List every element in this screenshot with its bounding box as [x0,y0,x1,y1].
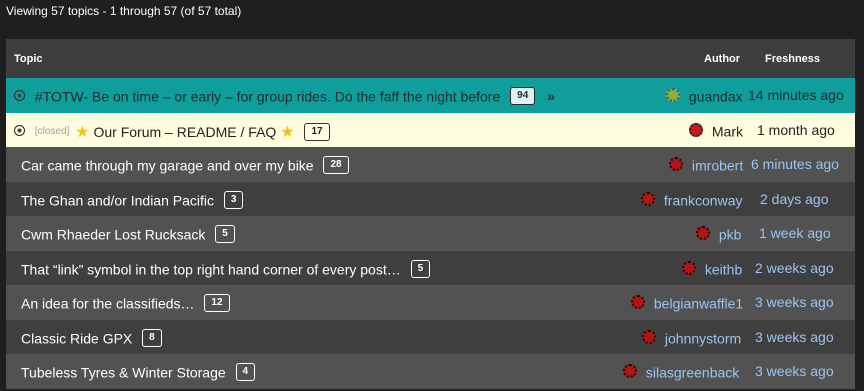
freshness-link[interactable]: 1 week ago [759,225,831,241]
last-page-arrows-icon[interactable]: » [547,88,555,104]
topic-title-link[interactable]: #TOTW- Be on time – or early – for group… [35,88,500,104]
reply-count-badge: 17 [304,122,330,141]
freshness-link[interactable]: 3 weeks ago [755,294,834,310]
topic-row[interactable]: Tubeless Tyres & Winter Storage 4 silasg… [6,354,855,389]
author-link[interactable]: keithb [705,261,742,277]
author-link[interactable]: Mark [712,123,743,139]
header-topic: Topic [14,53,43,65]
topic-row[interactable]: Cwm Rhaeder Lost Rucksack 5 pkb 1 week a… [6,216,855,251]
closed-topic-icon [14,125,25,136]
topic-title-link[interactable]: That “link” symbol in the top right hand… [21,261,401,277]
avatar[interactable] [696,226,710,241]
topic-row[interactable]: Car came through my garage and over my b… [6,147,855,182]
topic-title-link[interactable]: An idea for the classifieds… [21,295,195,311]
topics-summary: Viewing 57 topics - 1 through 57 (of 57 … [6,4,242,18]
table-header: Topic Author Freshness [6,39,855,78]
topic-row-closed[interactable]: [closed] ★ Our Forum – README / FAQ ★ 17… [6,112,855,147]
topic-title-link[interactable]: Tubeless Tyres & Winter Storage [21,364,226,380]
author-link[interactable]: johnnystorm [665,330,741,346]
reply-count-badge: 4 [235,363,256,382]
reply-count-badge: 5 [215,225,235,244]
reply-count-badge: 28 [323,156,349,175]
star-icon: ★ [75,123,90,141]
topic-title-link[interactable]: The Ghan and/or Indian Pacific [21,192,214,208]
avatar[interactable] [623,364,637,379]
freshness-link[interactable]: 1 month ago [757,122,835,138]
closed-tag: [closed] [34,126,70,137]
freshness-link[interactable]: 2 weeks ago [755,260,834,276]
avatar[interactable] [641,191,655,206]
topic-row[interactable]: That “link” symbol in the top right hand… [6,250,855,285]
author-link[interactable]: silasgreenback [646,364,739,380]
author-link[interactable]: imrobert [692,157,743,173]
avatar[interactable] [682,260,696,275]
topic-row[interactable]: Classic Ride GPX 8 johnnystorm 3 weeks a… [6,319,855,354]
freshness-link[interactable]: 6 minutes ago [751,156,839,172]
topic-title-link[interactable]: Cwm Rhaeder Lost Rucksack [21,226,205,242]
avatar[interactable] [689,122,703,137]
freshness-link[interactable]: 3 weeks ago [755,363,834,379]
reply-count-badge: 94 [510,87,536,106]
author-link[interactable]: frankconway [664,192,743,208]
reply-count-badge: 5 [410,259,431,278]
reply-count-badge: 8 [142,328,162,347]
sticky-icon [14,89,25,101]
topic-title-link[interactable]: Car came through my garage and over my b… [21,157,314,173]
topic-row-sticky[interactable]: #TOTW- Be on time – or early – for group… [6,78,855,113]
topics-table: Topic Author Freshness #TOTW- Be on time… [6,39,855,389]
topic-row[interactable]: An idea for the classifieds… 12 belgianw… [6,285,855,320]
avatar[interactable] [666,88,680,103]
avatar[interactable] [642,329,656,344]
freshness-link[interactable]: 14 minutes ago [748,87,844,103]
topic-title-link[interactable]: Classic Ride GPX [21,330,132,346]
header-freshness: Freshness [765,53,821,65]
author-link[interactable]: pkb [719,226,742,242]
star-icon: ★ [280,123,295,141]
topic-row[interactable]: The Ghan and/or Indian Pacific 3 frankco… [6,181,855,216]
author-link[interactable]: belgianwaffle1 [654,295,743,311]
avatar[interactable] [631,295,645,310]
avatar[interactable] [669,157,683,172]
author-link[interactable]: guandax [689,88,743,104]
reply-count-badge: 12 [204,294,230,313]
topic-title-link[interactable]: Our Forum – README / FAQ [93,124,276,140]
freshness-link[interactable]: 3 weeks ago [755,329,834,345]
reply-count-badge: 3 [223,190,244,209]
header-author: Author [704,53,741,65]
freshness-link[interactable]: 2 days ago [760,191,829,207]
